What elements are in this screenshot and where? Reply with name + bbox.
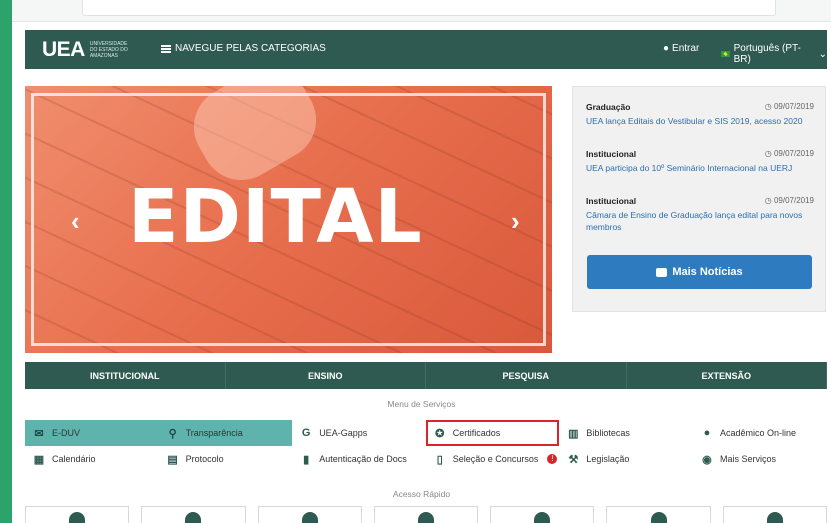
service-autenticacao-docs[interactable]: ▮ Autenticação de Docs	[292, 446, 426, 472]
settings-icon	[766, 512, 783, 523]
services-menu: ✉ E-DUV ⚲ Transparência G UEA-Gapps ✪ Ce…	[25, 420, 827, 472]
gavel-icon: ⚒	[568, 453, 579, 466]
service-uea-gapps[interactable]: G UEA-Gapps	[292, 420, 426, 446]
carousel-prev-icon[interactable]: ‹	[71, 206, 80, 237]
monitor-icon	[650, 512, 667, 523]
service-label: Certificados	[452, 428, 501, 438]
service-label: UEA-Gapps	[319, 428, 368, 438]
login-button[interactable]: ● Entrar	[663, 43, 699, 54]
news-panel: Graduação ◷ 09/07/2019 UEA lança Editais…	[572, 86, 826, 312]
chevron-circle-icon: ◉	[702, 453, 712, 466]
quick-access-item[interactable]	[25, 506, 130, 523]
news-date: ◷ 09/07/2019	[764, 149, 814, 158]
chevron-down-icon: ⌄	[818, 48, 827, 60]
user-icon: ●	[703, 427, 711, 439]
service-transparencia[interactable]: ⚲ Transparência	[158, 420, 293, 446]
tab-ensino[interactable]: ENSINO	[226, 362, 426, 389]
service-mais-servicos[interactable]: ◉ Mais Serviços	[693, 446, 827, 472]
service-academico-online[interactable]: ● Acadêmico On-line	[693, 420, 827, 446]
award-icon: ✪	[435, 427, 445, 440]
more-news-label: Mais Notícias	[672, 266, 743, 278]
file-outline-icon: ▯	[436, 453, 443, 466]
service-label: Protocolo	[185, 454, 224, 464]
news-item[interactable]: Institucional ◷ 09/07/2019 Câmara de Ens…	[586, 196, 814, 233]
service-label: Calendário	[52, 454, 96, 464]
categories-label: NAVEGUE PELAS CATEGORIAS	[175, 43, 326, 54]
quick-access-item[interactable]	[257, 506, 362, 523]
search-icon: ⚲	[168, 427, 177, 440]
news-title-link[interactable]: UEA lança Editais do Vestibular e SIS 20…	[586, 115, 814, 127]
banner-carousel[interactable]: EDITAL ‹ ›	[25, 86, 552, 353]
service-label: Autenticação de Docs	[319, 454, 407, 464]
chat-icon	[656, 267, 668, 277]
logo-subtitle: UNIVERSIDADE DO ESTADO DO AMAZONAS	[89, 41, 128, 59]
calendar-icon: ▦	[33, 453, 45, 466]
service-selecao-concursos[interactable]: ▯ Seleção e Concursos !	[426, 446, 560, 472]
service-e-duv[interactable]: ✉ E-DUV	[25, 420, 159, 446]
brazil-flag-icon	[721, 51, 730, 57]
news-item[interactable]: Institucional ◷ 09/07/2019 UEA participa…	[586, 149, 814, 174]
banner-title: EDITAL	[128, 174, 423, 260]
service-legislacao[interactable]: ⚒ Legislação	[559, 446, 693, 472]
news-title-link[interactable]: UEA participa do 10º Seminário Internaci…	[586, 162, 814, 174]
alert-badge: !	[547, 454, 558, 464]
quick-access-bar	[25, 506, 827, 523]
tab-pesquisa[interactable]: PESQUISA	[426, 362, 627, 389]
login-label: Entrar	[672, 43, 700, 54]
news-title-link[interactable]: Câmara de Ensino de Graduação lança edit…	[586, 209, 814, 233]
file-icon: ▮	[303, 453, 310, 466]
tab-institucional[interactable]: INSTITUCIONAL	[25, 362, 226, 389]
quick-access-title: Acesso Rápido	[392, 489, 451, 499]
service-label: Legislação	[586, 454, 630, 464]
site-header: UEA UNIVERSIDADE DO ESTADO DO AMAZONAS N…	[25, 30, 827, 69]
logo-text: UEA	[42, 38, 85, 61]
service-label: Acadêmico On-line	[719, 428, 797, 438]
services-title: Menu de Serviços	[387, 399, 456, 409]
language-selector[interactable]: Português (PT-BR) ⌄	[721, 43, 827, 65]
user-circle-icon: ●	[663, 43, 670, 54]
library-icon: ▥	[568, 427, 579, 440]
carousel-next-icon[interactable]: ›	[511, 206, 520, 237]
service-bibliotecas[interactable]: ▥ Bibliotecas	[559, 420, 693, 446]
address-bar[interactable]	[82, 0, 776, 16]
categories-menu-button[interactable]: NAVEGUE PELAS CATEGORIAS	[161, 43, 326, 54]
category-tabs: INSTITUCIONAL ENSINO PESQUISA EXTENSÃO	[25, 362, 827, 389]
graduation-cap-icon	[69, 512, 86, 523]
quick-access-item[interactable]	[490, 506, 595, 523]
service-label: Mais Serviços	[719, 454, 776, 464]
uea-logo[interactable]: UEA UNIVERSIDADE DO ESTADO DO AMAZONAS	[42, 38, 136, 62]
lock-icon	[417, 512, 434, 523]
globe-icon	[301, 512, 318, 523]
news-item[interactable]: Graduação ◷ 09/07/2019 UEA lança Editais…	[586, 102, 814, 127]
quick-access-item[interactable]	[722, 506, 827, 523]
envelope-icon: ✉	[34, 427, 44, 440]
quick-access-item[interactable]	[373, 506, 479, 523]
google-icon: G	[301, 427, 311, 439]
service-protocolo[interactable]: ▤ Protocolo	[159, 446, 293, 472]
more-news-button[interactable]: Mais Notícias	[587, 255, 812, 289]
document-icon: ▤	[167, 453, 178, 466]
service-label: Transparência	[185, 428, 243, 438]
quick-access-item[interactable]	[141, 506, 246, 523]
service-certificados[interactable]: ✪ Certificados	[425, 420, 560, 446]
quick-access-item[interactable]	[606, 506, 711, 523]
service-label: Bibliotecas	[586, 428, 630, 438]
news-date: ◷ 09/07/2019	[764, 196, 814, 205]
service-calendario[interactable]: ▦ Calendário	[25, 446, 159, 472]
news-date: ◷ 09/07/2019	[764, 102, 814, 111]
service-label: E-DUV	[52, 428, 81, 438]
browser-strip	[12, 0, 831, 22]
service-label: Seleção e Concursos	[452, 454, 539, 464]
page: UEA UNIVERSIDADE DO ESTADO DO AMAZONAS N…	[12, 0, 831, 523]
tab-extensao[interactable]: EXTENSÃO	[627, 362, 827, 389]
language-label: Português (PT-BR)	[733, 43, 801, 65]
services-row: ✉ E-DUV ⚲ Transparência G UEA-Gapps ✪ Ce…	[25, 420, 827, 446]
menu-icon	[161, 44, 171, 53]
graduation-icon	[185, 512, 202, 523]
people-icon	[534, 512, 551, 523]
services-row: ▦ Calendário ▤ Protocolo ▮ Autenticação …	[25, 446, 827, 472]
